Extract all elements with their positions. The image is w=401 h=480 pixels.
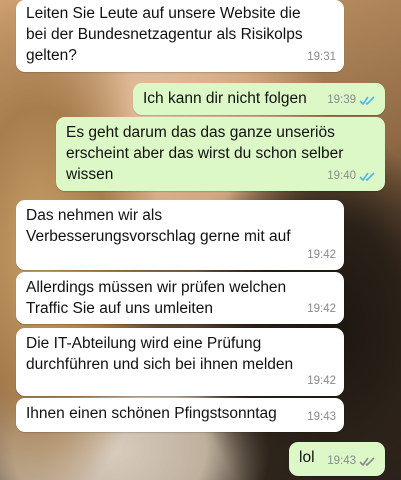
message-text: Die IT-Abteilung wird eine Prüfung durch…	[26, 335, 294, 373]
message-time: 19:40	[327, 170, 356, 182]
message-text: Allerdings müssen wir prüfen welchen Tra…	[26, 279, 287, 317]
message-meta: 19:40	[327, 166, 377, 187]
double-check-icon	[359, 172, 375, 182]
message-time: 19:39	[327, 94, 356, 106]
message-meta: 19:39	[327, 90, 377, 111]
chat-message-list[interactable]: Leiten Sie Leute auf unsere Website die …	[0, 0, 401, 480]
message-text: Das nehmen wir als Verbesserungsvorschla…	[26, 207, 291, 245]
double-check-icon	[359, 457, 375, 467]
message-time: 19:42	[307, 375, 336, 387]
message-time: 19:31	[307, 51, 336, 63]
message-meta: 19:43	[327, 451, 377, 472]
message-text: Es geht darum das das ganze unseriös ers…	[66, 124, 344, 183]
message-time: 19:43	[327, 455, 356, 467]
message-bubble-outgoing[interactable]: lol 19:43	[289, 442, 385, 476]
message-bubble-incoming[interactable]: Das nehmen wir als Verbesserungsvorschla…	[16, 200, 344, 270]
message-bubble-incoming[interactable]: Allerdings müssen wir prüfen welchen Tra…	[16, 272, 344, 324]
message-time: 19:42	[307, 249, 336, 261]
message-time: 19:43	[307, 411, 336, 423]
message-time: 19:42	[307, 303, 336, 315]
message-bubble-outgoing[interactable]: Es geht darum das das ganze unseriös ers…	[56, 117, 385, 191]
message-bubble-incoming[interactable]: Die IT-Abteilung wird eine Prüfung durch…	[16, 328, 344, 396]
message-bubble-incoming[interactable]: Leiten Sie Leute auf unsere Website die …	[16, 0, 344, 72]
double-check-icon	[359, 96, 375, 106]
message-bubble-outgoing[interactable]: Ich kann dir nicht folgen 19:39	[133, 83, 385, 115]
message-text: Ihnen einen schönen Pfingstsonntag	[26, 405, 277, 422]
message-bubble-incoming[interactable]: Ihnen einen schönen Pfingstsonntag 19:43	[16, 398, 344, 432]
message-text: Leiten Sie Leute auf unsere Website die …	[26, 5, 303, 64]
